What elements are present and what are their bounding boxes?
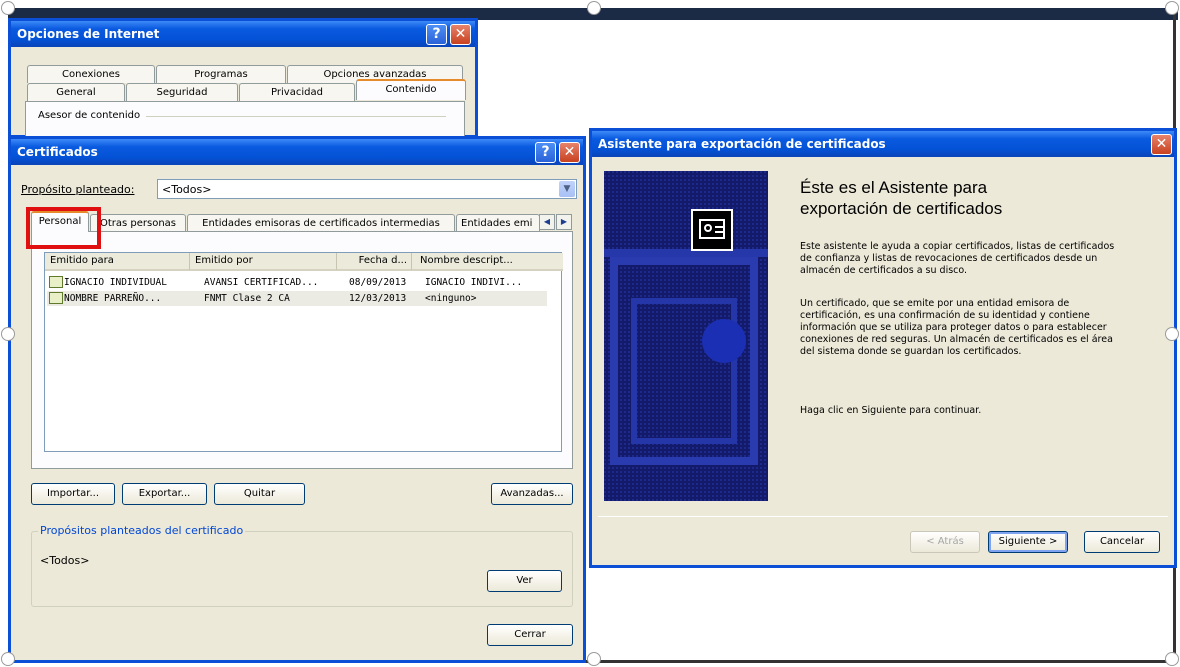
exportar-button[interactable]: Exportar...: [122, 483, 207, 505]
purpose-dropdown[interactable]: <Todos> ▼: [157, 179, 577, 199]
tab-privacidad[interactable]: Privacidad: [239, 83, 355, 101]
tab-general[interactable]: General: [27, 83, 125, 101]
internet-options-window: Opciones de Internet ? ✕ Conexiones Prog…: [8, 18, 478, 141]
resize-handle[interactable]: [1, 652, 15, 666]
certificate-icon: [49, 292, 63, 304]
certificados-title: Certificados: [17, 145, 98, 159]
certificate-icon: [691, 209, 733, 251]
resize-handle[interactable]: [1, 327, 15, 341]
help-button[interactable]: ?: [426, 24, 447, 45]
personal-tab-panel: Emitido para Emitido por Fecha d... Nomb…: [31, 231, 573, 469]
wizard-paragraph-2: Un certificado, que se emite por una ent…: [800, 298, 1113, 357]
wizard-decoration: [604, 171, 768, 501]
tab-entidades-emisoras[interactable]: Entidades emi: [456, 214, 540, 232]
ver-button[interactable]: Ver: [487, 570, 562, 592]
certificados-window: Certificados ? ✕ Propósito planteado: <T…: [8, 136, 586, 663]
certificados-titlebar: Certificados: [11, 139, 583, 165]
cerrar-button[interactable]: Cerrar: [487, 624, 573, 646]
close-button[interactable]: ✕: [1151, 134, 1172, 155]
tab-programas[interactable]: Programas: [156, 65, 286, 83]
resize-handle[interactable]: [1165, 652, 1179, 666]
group-label: Asesor de contenido: [38, 110, 141, 121]
column-header-fecha[interactable]: Fecha d...: [337, 253, 412, 271]
tab-conexiones[interactable]: Conexiones: [27, 65, 155, 83]
wizard-titlebar: Asistente para exportación de certificad…: [592, 131, 1174, 157]
certificate-icon: [49, 276, 63, 288]
tab-contenido[interactable]: Contenido: [356, 79, 466, 100]
purposes-group-label: Propósitos planteados del certificado: [38, 524, 246, 537]
tab-content-panel: Asesor de contenido: [25, 101, 465, 141]
highlight-box: [26, 207, 101, 249]
siguiente-button[interactable]: Siguiente >: [988, 531, 1068, 553]
resize-handle[interactable]: [587, 1, 601, 15]
purpose-label: Propósito planteado:: [21, 183, 135, 196]
wizard-side-image: [604, 171, 768, 501]
purpose-value: <Todos>: [162, 183, 212, 196]
table-row[interactable]: NOMBRE PARREÑO... FNMT Clase 2 CA 12/03/…: [47, 291, 547, 306]
column-header-nombre-descriptivo[interactable]: Nombre descript...: [412, 253, 563, 271]
chevron-down-icon[interactable]: ▼: [559, 181, 575, 197]
certificates-list[interactable]: Emitido para Emitido por Fecha d... Nomb…: [44, 252, 563, 452]
purposes-group: Propósitos planteados del certificado <T…: [31, 524, 573, 607]
atras-button[interactable]: < Atrás: [910, 531, 980, 553]
wizard-heading: Éste es el Asistente para exportación de…: [800, 178, 1003, 218]
tab-scroll-left-icon[interactable]: ◀: [539, 214, 555, 230]
resize-handle[interactable]: [1165, 327, 1179, 341]
column-header-emitido-para[interactable]: Emitido para: [45, 253, 190, 271]
close-button[interactable]: ✕: [450, 24, 471, 45]
internet-options-title: Opciones de Internet: [17, 27, 160, 41]
table-row[interactable]: IGNACIO INDIVIDUAL AVANSI CERTIFICAD... …: [47, 275, 547, 290]
wizard-paragraph-1: Este asistente le ayuda a copiar certifi…: [800, 241, 1115, 276]
resize-handle[interactable]: [587, 652, 601, 666]
tab-scroll-right-icon[interactable]: ▶: [556, 214, 572, 230]
wizard-divider: [598, 516, 1168, 517]
cancelar-button[interactable]: Cancelar: [1084, 531, 1160, 553]
help-button[interactable]: ?: [535, 142, 556, 163]
quitar-button[interactable]: Quitar: [214, 483, 305, 505]
tab-seguridad[interactable]: Seguridad: [126, 83, 238, 101]
column-header-emitido-por[interactable]: Emitido por: [190, 253, 337, 271]
close-button[interactable]: ✕: [559, 142, 580, 163]
wizard-paragraph-3: Haga clic en Siguiente para continuar.: [800, 405, 982, 416]
resize-handle[interactable]: [1, 1, 15, 15]
internet-options-titlebar: Opciones de Internet: [11, 21, 475, 47]
purposes-value: <Todos>: [40, 554, 90, 567]
tab-entidades-intermedias[interactable]: Entidades emisoras de certificados inter…: [187, 214, 455, 232]
avanzadas-button[interactable]: Avanzadas...: [491, 483, 573, 505]
wizard-title: Asistente para exportación de certificad…: [598, 137, 886, 151]
tab-otras-personas[interactable]: Otras personas: [90, 214, 186, 232]
resize-handle[interactable]: [1165, 1, 1179, 15]
importar-button[interactable]: Importar...: [31, 483, 115, 505]
export-wizard-window: Asistente para exportación de certificad…: [589, 128, 1177, 568]
